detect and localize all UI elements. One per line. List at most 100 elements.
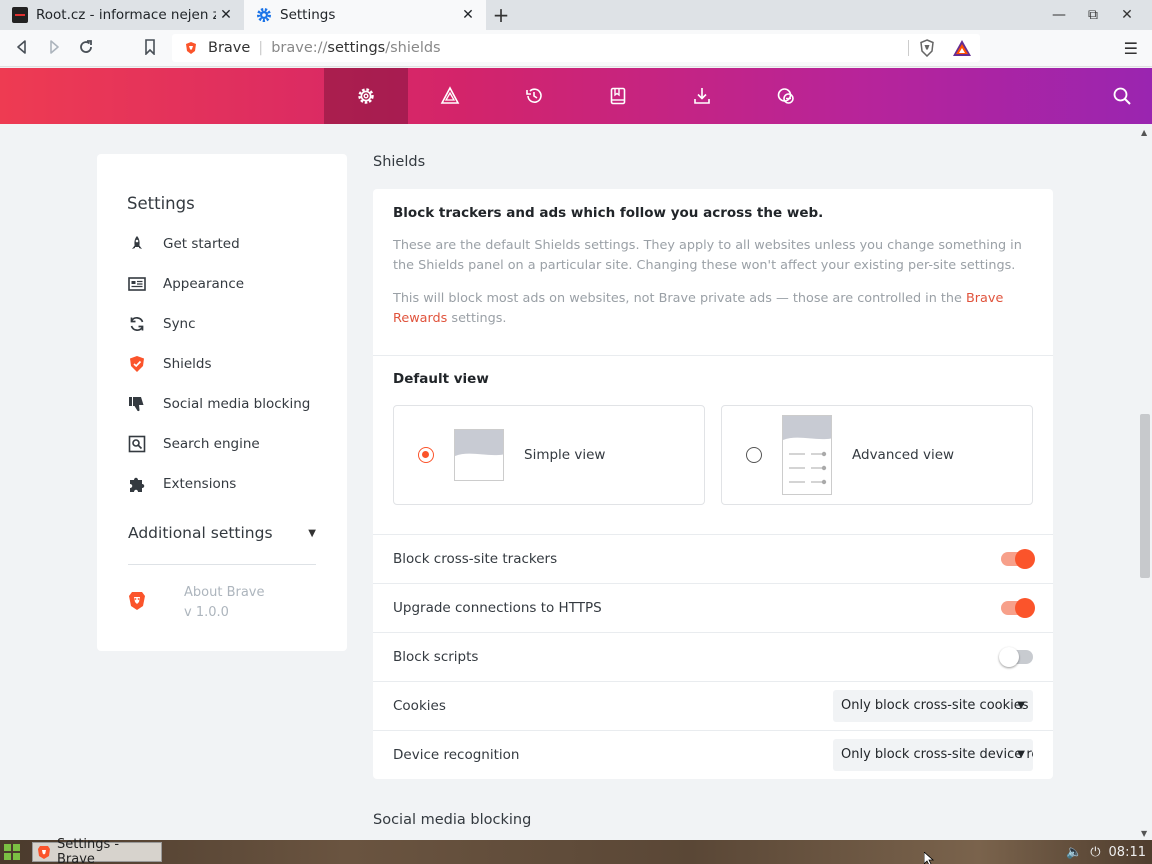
minimize-icon[interactable]: —: [1042, 7, 1076, 23]
dropdown-arrow-icon: ▼: [1017, 749, 1025, 760]
sidebar-item-search-engine[interactable]: Search engine: [127, 432, 327, 456]
header-bookmarks-tab[interactable]: [576, 68, 660, 124]
sidebar-item-label: Appearance: [163, 276, 245, 292]
sidebar-item-label: Social media blocking: [163, 396, 311, 412]
tab-rootcz[interactable]: Root.cz - informace nejen ze světa Linux…: [0, 0, 244, 30]
history-icon: [526, 88, 542, 103]
site-name: Brave: [208, 40, 251, 56]
block-scripts-toggle[interactable]: [999, 647, 1033, 667]
rewards-note: This will block most ads on websites, no…: [393, 291, 1004, 326]
brave-shield-icon: [186, 42, 196, 54]
toolbar-divider: [908, 40, 909, 56]
rewards-triangle-icon: [440, 86, 460, 104]
sidebar-item-sync[interactable]: Sync: [127, 312, 327, 336]
thumbs-down-icon: [127, 394, 147, 414]
dropdown-arrow-icon: ▼: [1017, 700, 1025, 711]
caret-down-icon: ▼: [308, 527, 316, 539]
header-history-tab[interactable]: [492, 68, 576, 124]
setting-row-cookies: Cookies Only block cross-site cookies ▼: [373, 681, 1053, 730]
forward-icon[interactable]: [44, 39, 64, 59]
simple-view-label: Simple view: [524, 447, 606, 463]
gear-icon: [257, 8, 271, 22]
close-tab-icon[interactable]: ✕: [458, 7, 478, 23]
reload-icon[interactable]: [76, 39, 96, 59]
sidebar-item-label: Search engine: [163, 436, 260, 452]
wallet-icon: [777, 88, 794, 104]
sync-icon: [127, 314, 147, 334]
brave-rewards-icon[interactable]: [952, 39, 972, 57]
advanced-view-option[interactable]: Advanced view: [721, 405, 1033, 505]
setting-label: Block scripts: [393, 649, 479, 665]
setting-label: Device recognition: [393, 747, 520, 763]
tab-title: Settings: [280, 7, 336, 23]
sidebar-item-get-started[interactable]: Get started: [127, 232, 327, 256]
tab-title: Root.cz - informace nejen ze světa Linux…: [36, 7, 216, 23]
search-icon[interactable]: [1112, 86, 1132, 106]
advanced-view-label: Advanced view: [852, 447, 955, 463]
sidebar-item-appearance[interactable]: Appearance: [127, 272, 327, 296]
cookies-select[interactable]: Only block cross-site cookies ▼: [833, 690, 1033, 722]
menu-icon[interactable]: ☰: [1124, 39, 1138, 58]
version-label: v 1.0.0: [184, 605, 229, 620]
sidebar-item-label: Get started: [163, 236, 240, 252]
tab-settings[interactable]: Settings ✕: [244, 0, 486, 30]
header-settings-tab[interactable]: [324, 68, 408, 124]
sidebar-divider: [128, 564, 316, 565]
advanced-view-thumbnail: [782, 415, 832, 495]
rocket-icon: [127, 234, 147, 254]
advanced-view-radio[interactable]: [746, 447, 762, 463]
app-menu-icon[interactable]: [4, 844, 20, 860]
card-heading: Block trackers and ads which follow you …: [393, 205, 824, 221]
scroll-up-icon[interactable]: ▲: [1141, 128, 1147, 137]
scroll-down-icon[interactable]: ▼: [1141, 829, 1147, 838]
setting-row-device-recognition: Device recognition Only block cross-site…: [373, 730, 1053, 779]
window-controls: — ⧉ ✕: [1042, 0, 1144, 30]
simple-view-option[interactable]: Simple view: [393, 405, 705, 505]
additional-settings-toggle[interactable]: Additional settings ▼: [128, 524, 318, 542]
search-engine-icon: [127, 434, 147, 454]
brave-lion-icon: [37, 845, 50, 859]
https-upgrade-toggle[interactable]: [1001, 598, 1035, 618]
puzzle-icon: [127, 474, 147, 494]
clock[interactable]: 08:11: [1109, 845, 1146, 860]
close-tab-icon[interactable]: ✕: [216, 7, 236, 23]
about-brave-link[interactable]: About Brave v 1.0.0: [184, 583, 265, 623]
volume-icon[interactable]: 🔈: [1066, 845, 1082, 860]
sidebar-title: Settings: [127, 194, 195, 213]
simple-view-thumbnail: [454, 429, 504, 481]
downloads-icon: [694, 88, 710, 104]
maximize-icon[interactable]: ⧉: [1076, 7, 1110, 23]
section-title-shields: Shields: [373, 154, 426, 170]
bookmark-icon[interactable]: [140, 39, 160, 59]
header-rewards-tab[interactable]: [408, 68, 492, 124]
sidebar-item-shields[interactable]: Shields: [127, 352, 327, 376]
close-window-icon[interactable]: ✕: [1110, 7, 1144, 23]
settings-header: [0, 68, 1152, 124]
additional-settings-label: Additional settings: [128, 524, 273, 542]
new-tab-button[interactable]: +: [490, 4, 512, 26]
section-title-social-media-blocking: Social media blocking: [373, 812, 532, 828]
back-icon[interactable]: [12, 39, 32, 59]
system-tray: 🔈 ⏻ 08:11: [1066, 842, 1146, 862]
header-wallet-tab[interactable]: [744, 68, 828, 124]
appearance-icon: [127, 274, 147, 294]
url-text: brave://settings/shields: [271, 40, 441, 56]
sidebar-item-extensions[interactable]: Extensions: [127, 472, 327, 496]
power-icon[interactable]: ⏻: [1090, 845, 1100, 860]
scrollbar-thumb[interactable]: [1140, 414, 1150, 578]
simple-view-radio[interactable]: [418, 447, 434, 463]
sidebar-item-social-media-blocking[interactable]: Social media blocking: [127, 392, 327, 416]
taskbar-window-button[interactable]: Settings - Brave: [32, 837, 162, 864]
mouse-cursor-icon: [924, 852, 935, 864]
page-scrollbar[interactable]: ▲ ▼: [1138, 124, 1152, 840]
about-brave-label: About Brave: [184, 585, 265, 600]
settings-sidebar: Settings Get started Appearance Sync Shi…: [97, 154, 347, 651]
brave-shields-button-icon[interactable]: [918, 39, 936, 57]
device-recognition-select[interactable]: Only block cross-site device recognition…: [833, 739, 1033, 771]
header-downloads-tab[interactable]: [660, 68, 744, 124]
block-trackers-toggle[interactable]: [1001, 549, 1035, 569]
address-bar[interactable]: Brave | brave://settings/shields: [172, 34, 980, 62]
browser-toolbar: Brave | brave://settings/shields ☰: [0, 30, 1152, 67]
rootcz-favicon-icon: [12, 7, 28, 23]
brave-lion-icon: [129, 592, 145, 610]
